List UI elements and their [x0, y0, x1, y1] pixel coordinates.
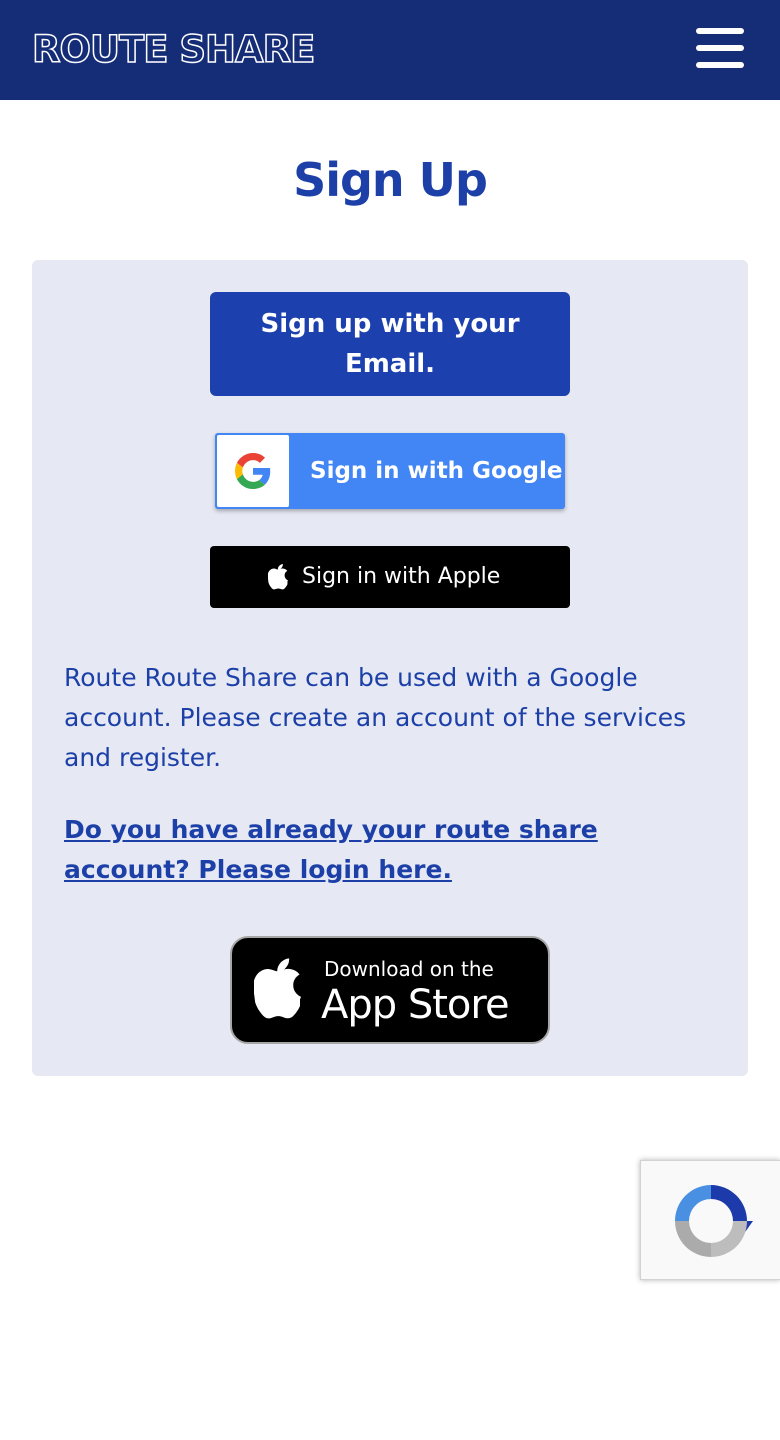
recaptcha-icon	[675, 1185, 753, 1257]
page-title: Sign Up	[293, 153, 488, 207]
recaptcha-badge[interactable]	[640, 1160, 780, 1280]
apple-signin-button[interactable]: Sign in with Apple	[210, 546, 570, 608]
app-store-small-text: Download on the	[324, 957, 494, 981]
google-signin-label: Sign in with Google	[310, 458, 563, 484]
route-share-logo[interactable]: ROUTE SHARE	[31, 26, 316, 74]
apple-logo-icon	[268, 564, 288, 590]
info-text: Route Route Share can be used with a Goo…	[64, 663, 687, 772]
signup-email-button[interactable]: Sign up with your Email.	[210, 292, 570, 396]
login-link[interactable]: Do you have already your route share acc…	[64, 810, 724, 890]
apple-logo-icon	[254, 958, 302, 1019]
google-g-icon	[235, 453, 271, 489]
menu-bar	[696, 45, 744, 51]
app-store-badge[interactable]: Download on the App Store	[230, 936, 550, 1044]
top-navbar: ROUTE SHARE	[0, 0, 780, 100]
app-store-big-text: App Store	[321, 982, 510, 1028]
menu-bar	[696, 62, 744, 68]
google-signin-button[interactable]: Sign in with Google	[215, 433, 565, 509]
google-icon-container	[217, 435, 289, 507]
menu-bar	[696, 28, 744, 34]
hamburger-menu-icon[interactable]	[694, 28, 746, 72]
apple-signin-label: Sign in with Apple	[302, 564, 501, 589]
